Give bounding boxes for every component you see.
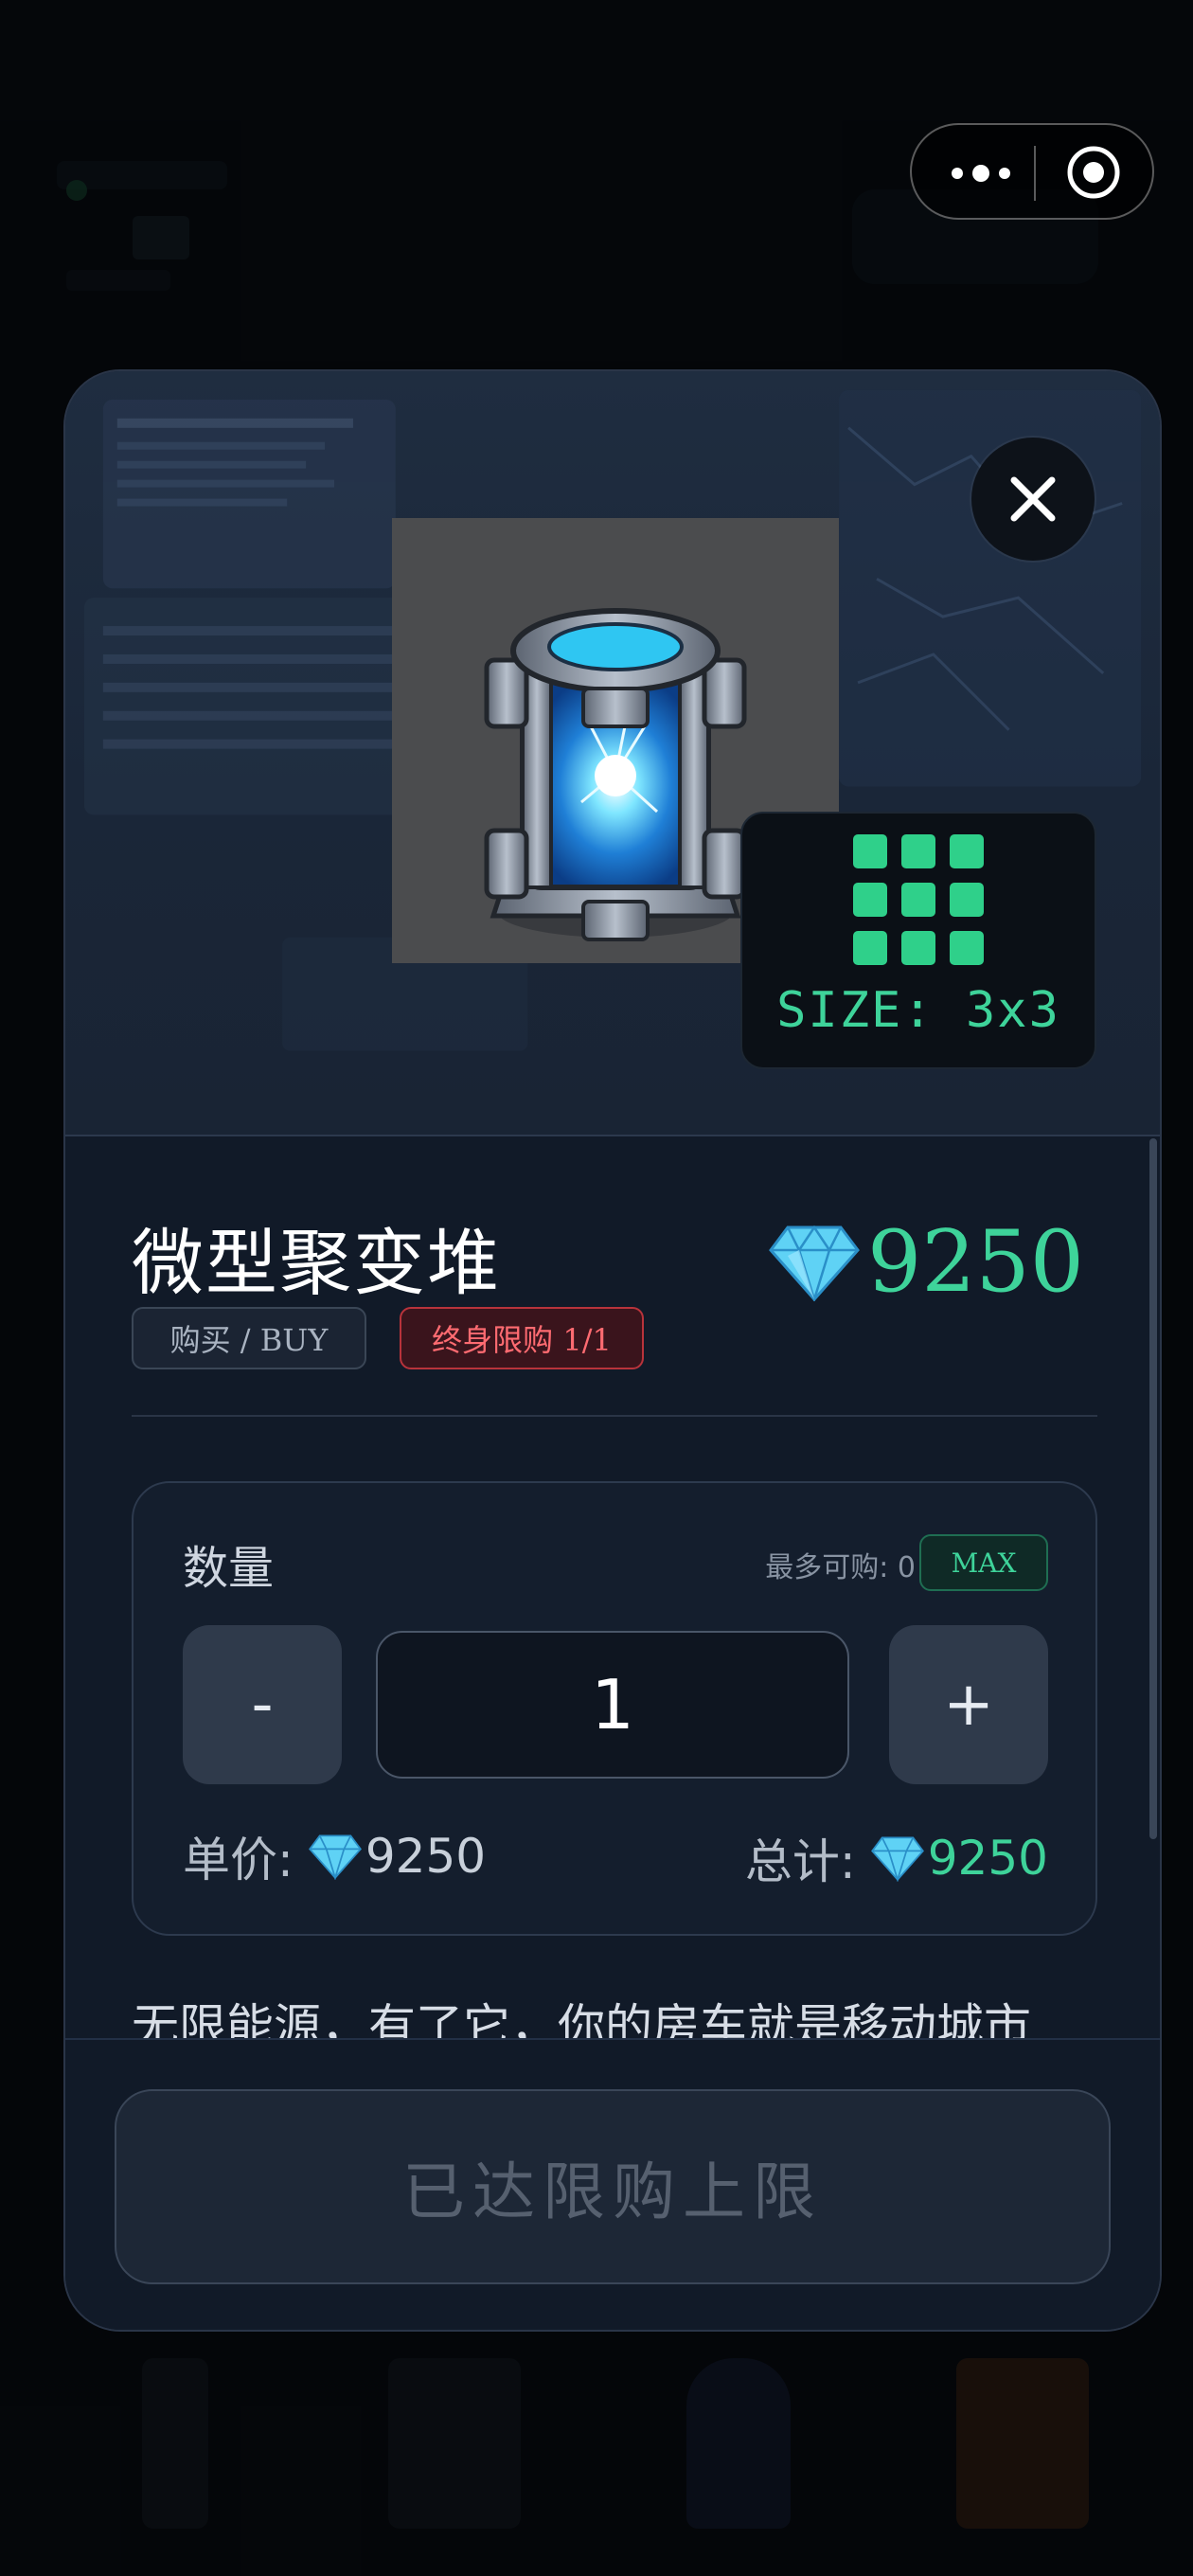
price-value: 9250: [866, 1212, 1084, 1312]
more-dots-icon[interactable]: [948, 156, 1014, 190]
increase-button[interactable]: +: [889, 1625, 1048, 1784]
details-scrollbar[interactable]: [1149, 1138, 1157, 1839]
item-price: 9250: [769, 1212, 1084, 1312]
size-cell: [950, 931, 984, 965]
size-cell: [853, 834, 887, 868]
quantity-card: 数量 最多可购: 0 MAX - 1 + 单价: 9250 总计: 9250: [132, 1481, 1097, 1936]
decrease-button[interactable]: -: [183, 1625, 342, 1784]
quantity-input[interactable]: 1: [376, 1631, 849, 1779]
purchase-limit-tag: 终身限购 1/1: [400, 1307, 644, 1369]
size-cell: [901, 883, 935, 917]
unit-price-row: 单价: 9250: [183, 1822, 486, 1890]
max-button[interactable]: MAX: [919, 1534, 1048, 1591]
diamond-gem-icon: [870, 1836, 924, 1882]
size-cell: [853, 883, 887, 917]
size-panel: SIZE: 3x3: [740, 812, 1096, 1069]
max-purchasable-hint: 最多可购: 0: [765, 1551, 916, 1584]
target-icon[interactable]: [1066, 145, 1121, 200]
size-grid: [853, 834, 984, 965]
close-button[interactable]: [971, 438, 1095, 561]
section-divider: [132, 1415, 1097, 1417]
total-price-label: 总计:: [744, 1834, 856, 1889]
buy-tag: 购买 / BUY: [132, 1307, 366, 1369]
quantity-label: 数量: [183, 1542, 275, 1595]
total-price-value: 9250: [927, 1831, 1048, 1886]
item-title: 微型聚变堆: [132, 1221, 501, 1305]
size-cell: [950, 883, 984, 917]
size-cell: [901, 834, 935, 868]
size-cell: [950, 834, 984, 868]
unit-price-label: 单价:: [183, 1833, 294, 1887]
miniprogram-capsule: [910, 123, 1154, 220]
size-label: SIZE: 3x3: [776, 982, 1060, 1039]
diamond-gem-icon: [308, 1834, 362, 1880]
diamond-gem-icon: [769, 1225, 860, 1301]
purchase-button-disabled[interactable]: 已达限购上限: [115, 2089, 1111, 2284]
total-price-row: 总计: 9250: [745, 1824, 1048, 1892]
unit-price-value: 9250: [365, 1829, 487, 1884]
item-hero: SIZE: 3x3: [65, 371, 1160, 1136]
capsule-divider: [1034, 146, 1036, 201]
size-cell: [901, 931, 935, 965]
modal-footer: 已达限购上限: [65, 2038, 1160, 2330]
size-cell: [853, 931, 887, 965]
item-details[interactable]: 微型聚变堆 9250 购买 / BUY 终身限购 1/1 数量 最多可购: 0 …: [65, 1136, 1160, 2046]
purchase-modal: SIZE: 3x3 微型聚变堆 9250 购买 / BUY 终身限购 1/1 数…: [63, 369, 1162, 2332]
close-icon: [1010, 476, 1056, 522]
item-description: 无限能源，有了它，你的房车就是移动城市: [132, 1999, 1031, 2046]
